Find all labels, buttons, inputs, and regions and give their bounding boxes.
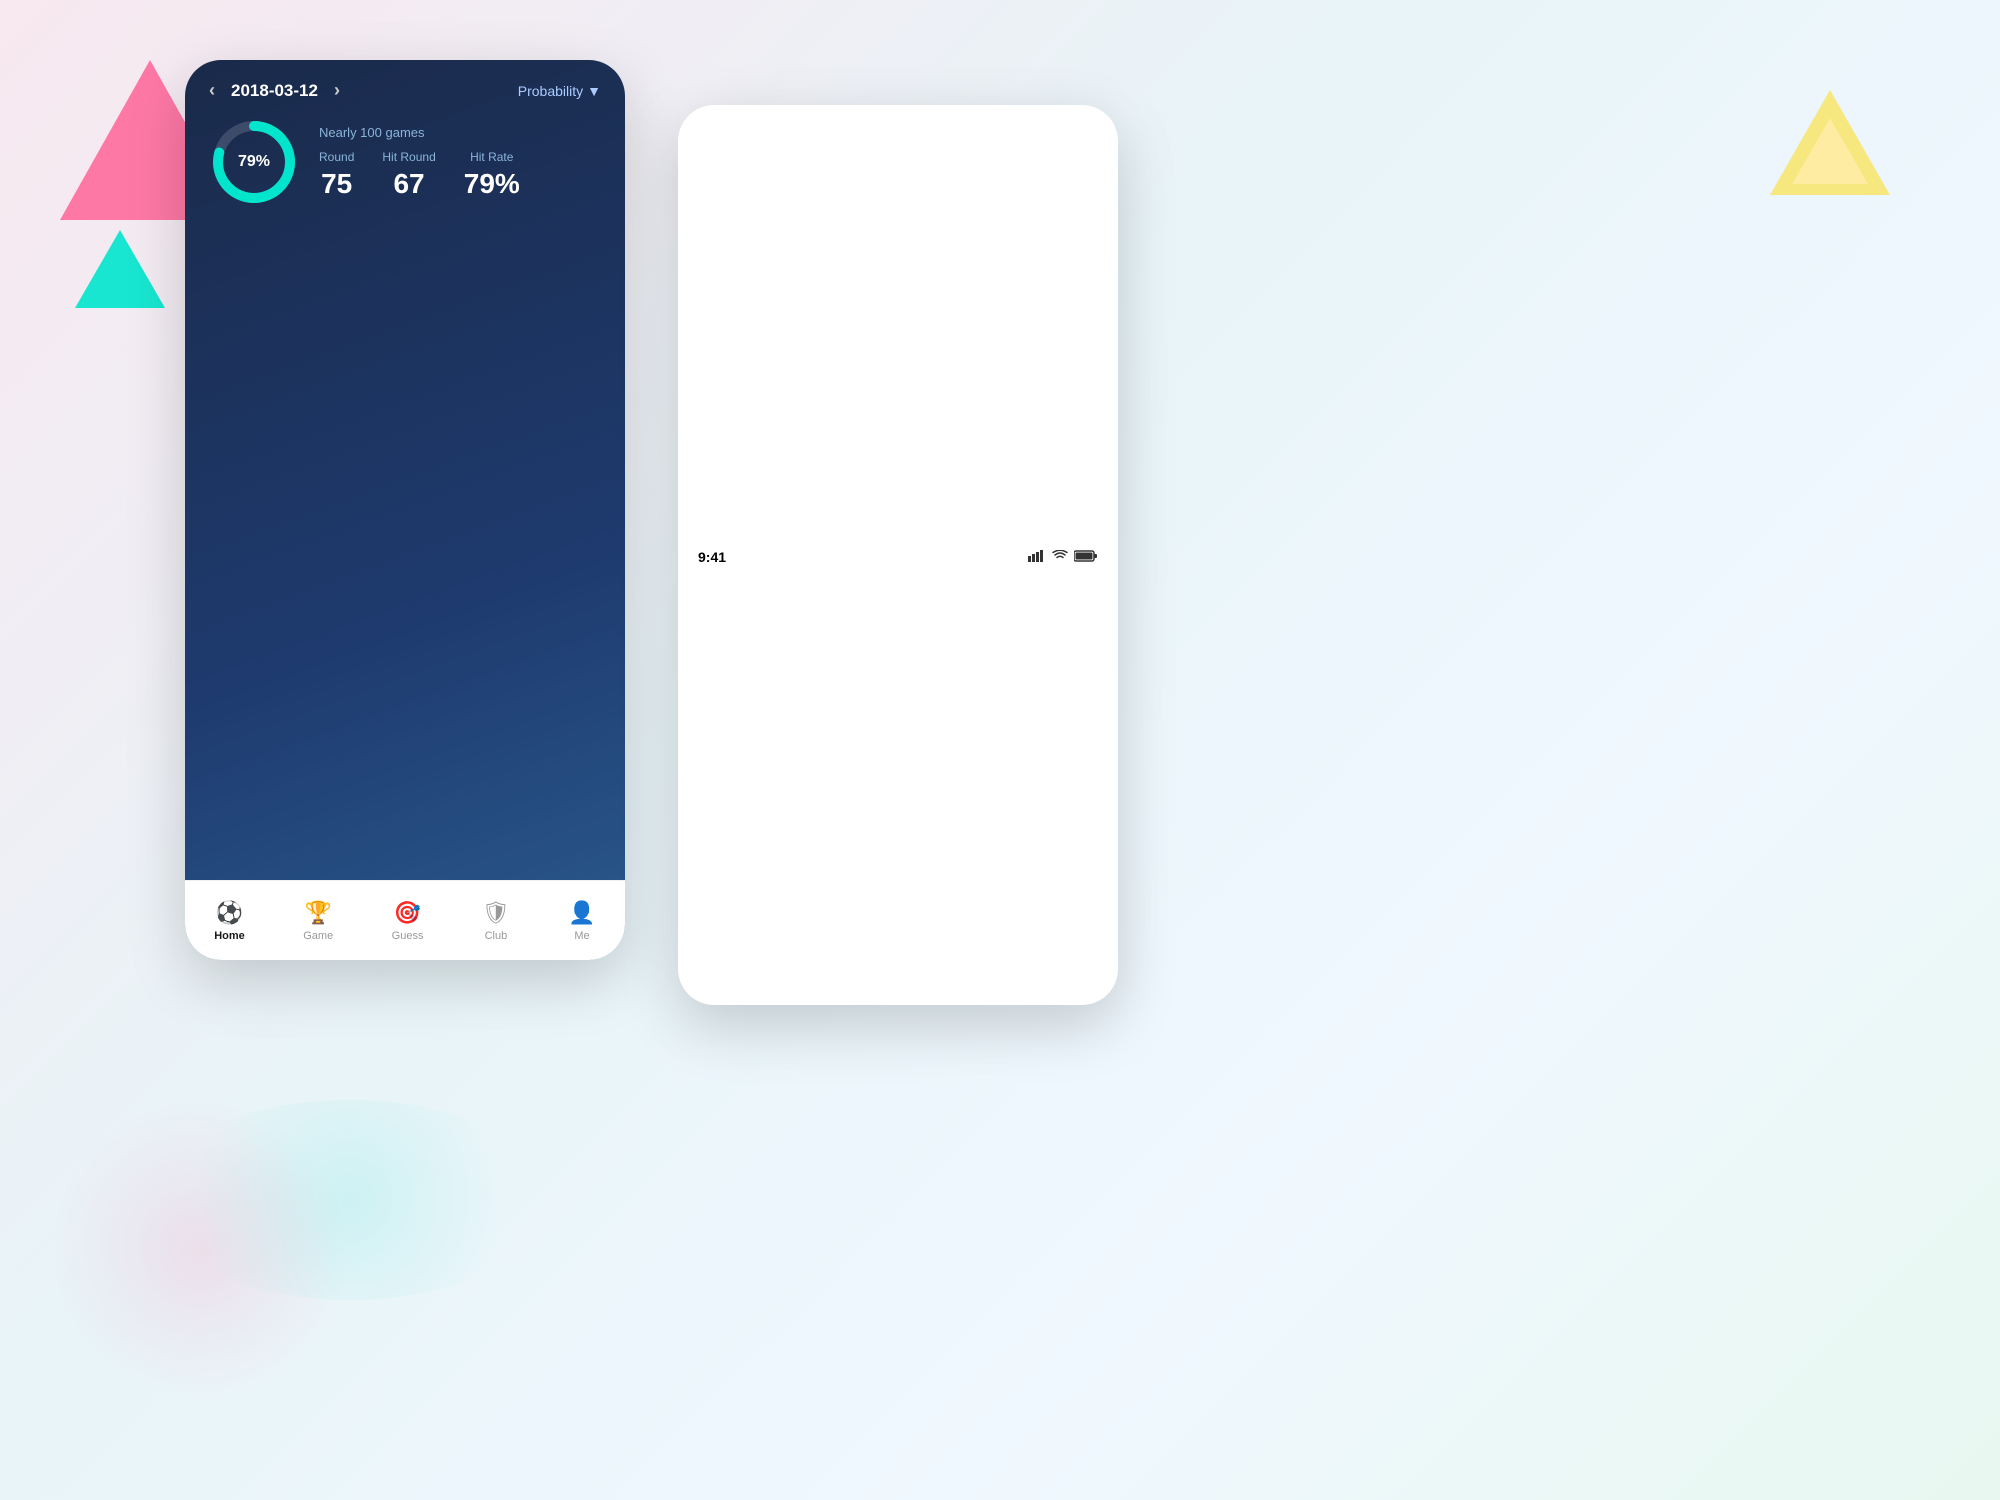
round-value: 75 bbox=[319, 168, 354, 200]
prev-arrow[interactable]: ‹ bbox=[209, 80, 215, 101]
status-icons bbox=[1028, 549, 1098, 565]
game-label: Game bbox=[303, 930, 333, 942]
header-stats: ‹ 2018-03-12 › Probability ▼ 79% Nearly … bbox=[185, 60, 625, 960]
home-label: Home bbox=[214, 930, 245, 942]
nearly-label: Nearly 100 games bbox=[319, 125, 601, 140]
stats-info: Nearly 100 games Round 75 Hit Round 67 H… bbox=[319, 125, 601, 200]
club-label: Club bbox=[485, 930, 508, 942]
battery-icon bbox=[1074, 549, 1098, 565]
deco-triangle-gold bbox=[1770, 90, 1890, 195]
guess-label: Guess bbox=[392, 930, 424, 942]
status-bar: 9:41 bbox=[678, 105, 1118, 1005]
deco-triangle-cyan bbox=[75, 230, 165, 308]
donut-pct: 79% bbox=[238, 153, 270, 171]
next-arrow[interactable]: › bbox=[334, 80, 340, 101]
hit-rate-stat: Hit Rate 79% bbox=[464, 150, 520, 200]
nav-row: ‹ 2018-03-12 › Probability ▼ bbox=[209, 80, 601, 101]
me-icon: 👤 bbox=[568, 900, 595, 926]
me-label: Me bbox=[574, 930, 589, 942]
donut-chart: 79% bbox=[209, 117, 299, 207]
game-icon: 🏆 bbox=[305, 900, 332, 926]
prob-label: Probability bbox=[518, 83, 583, 99]
nav-game[interactable]: 🏆 Game bbox=[303, 900, 333, 942]
hit-round-label: Hit Round bbox=[382, 150, 435, 164]
probability-btn[interactable]: Probability ▼ bbox=[518, 83, 601, 99]
nav-guess[interactable]: 🎯 Guess bbox=[392, 900, 424, 942]
nav-home[interactable]: ⚽ Home bbox=[214, 900, 245, 942]
wifi-icon bbox=[1052, 549, 1068, 565]
hit-round-value: 67 bbox=[382, 168, 435, 200]
signal-icon bbox=[1028, 549, 1046, 565]
hit-round-stat: Hit Round 67 bbox=[382, 150, 435, 200]
nav-me[interactable]: 👤 Me bbox=[568, 900, 595, 942]
hit-rate-value: 79% bbox=[464, 168, 520, 200]
deco-blob-cyan bbox=[150, 1100, 550, 1300]
left-phone: ‹ 2018-03-12 › Probability ▼ 79% Nearly … bbox=[185, 60, 625, 960]
round-label: Round bbox=[319, 150, 354, 164]
round-stat: Round 75 bbox=[319, 150, 354, 200]
bottom-nav: ⚽ Home 🏆 Game 🎯 Guess 🛡 Club 👤 Me bbox=[185, 880, 625, 960]
home-icon: ⚽ bbox=[216, 900, 243, 926]
stats-cols: Round 75 Hit Round 67 Hit Rate 79% bbox=[319, 150, 601, 200]
prob-arrow: ▼ bbox=[587, 83, 601, 99]
club-icon: 🛡 bbox=[482, 900, 510, 926]
hit-rate-label: Hit Rate bbox=[464, 150, 520, 164]
deco-triangle-gold-inner bbox=[1792, 118, 1868, 184]
nav-date: ‹ 2018-03-12 › bbox=[209, 80, 340, 101]
status-time: 9:41 bbox=[698, 549, 726, 565]
right-phone: 9:41 bbox=[678, 105, 1118, 1005]
stats-row: 79% Nearly 100 games Round 75 Hit Round … bbox=[209, 117, 601, 207]
nav-club[interactable]: 🛡 Club bbox=[482, 900, 510, 942]
date-label: 2018-03-12 bbox=[231, 81, 318, 101]
guess-icon: 🎯 bbox=[394, 900, 421, 926]
